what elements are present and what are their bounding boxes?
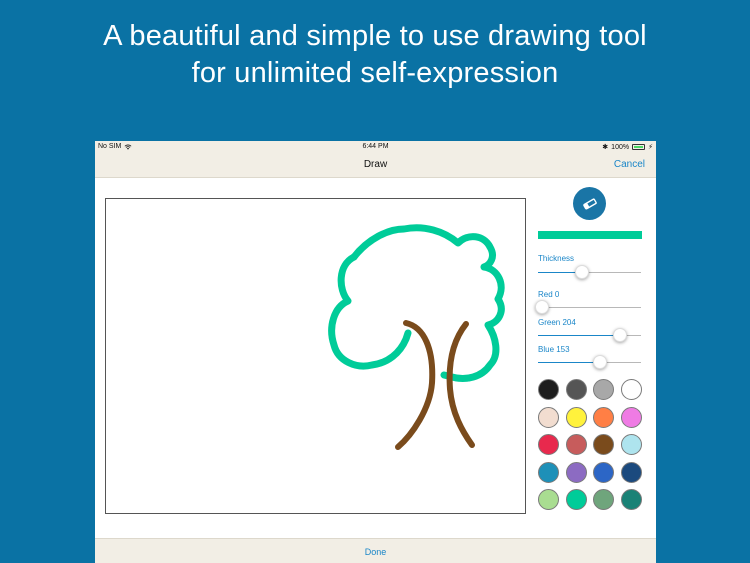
bottom-toolbar: Done <box>95 538 656 563</box>
status-right: ✱ 100% ⚡ <box>602 143 653 152</box>
color-swatch[interactable] <box>593 461 614 483</box>
cancel-button[interactable]: Cancel <box>614 159 645 170</box>
slider-track[interactable] <box>538 265 641 279</box>
color-palette <box>538 379 644 510</box>
color-swatch[interactable] <box>538 379 559 400</box>
color-swatch[interactable] <box>620 461 642 483</box>
eraser-button[interactable] <box>573 187 606 220</box>
color-swatch[interactable] <box>593 489 614 510</box>
bluetooth-icon: ✱ <box>602 144 609 151</box>
slider-fill <box>538 362 600 363</box>
color-swatch[interactable] <box>593 434 614 455</box>
slider-thumb[interactable] <box>592 355 607 369</box>
slider-track[interactable] <box>535 300 641 314</box>
color-swatch[interactable] <box>620 406 642 428</box>
color-swatch[interactable] <box>565 434 587 455</box>
slider-track[interactable] <box>538 355 641 369</box>
headline-line-2: for unlimited self-expression <box>191 57 559 89</box>
headline-line-1: A beautiful and simple to use drawing to… <box>103 20 647 52</box>
eraser-icon <box>582 198 597 209</box>
color-swatch[interactable] <box>565 406 587 428</box>
color-swatch[interactable] <box>620 434 642 455</box>
slider-thumb[interactable] <box>575 265 590 279</box>
status-bar: No SIM 6:44 PM ✱ 100% ⚡ <box>95 141 656 153</box>
color-swatch[interactable] <box>593 379 614 400</box>
battery-percent: 100% <box>611 143 630 151</box>
drawing-canvas[interactable] <box>105 198 526 514</box>
foliage-stroke <box>350 224 505 382</box>
slider-label: Blue 153 <box>538 345 570 354</box>
color-swatch[interactable] <box>620 379 642 400</box>
nav-title: Draw <box>363 159 388 170</box>
trunk-right-stroke <box>446 321 475 448</box>
done-button[interactable]: Done <box>95 547 656 557</box>
headline: A beautiful and simple to use drawing to… <box>0 18 750 92</box>
color-swatch[interactable] <box>620 489 642 510</box>
slider-label: Green 204 <box>538 318 576 327</box>
navigation-bar: Draw Cancel <box>95 153 656 178</box>
drawing-surface <box>328 224 505 450</box>
color-swatch[interactable] <box>593 406 614 428</box>
foliage-left-stroke <box>328 253 412 370</box>
color-swatch[interactable] <box>538 434 559 455</box>
slider-track[interactable] <box>538 328 641 342</box>
color-swatch[interactable] <box>565 489 587 510</box>
slider-thumb[interactable] <box>535 300 550 314</box>
slider-thumb[interactable] <box>613 328 628 342</box>
slider-label: Thickness <box>538 254 575 263</box>
color-swatch[interactable] <box>565 379 587 400</box>
status-time: 6:44 PM <box>362 143 389 150</box>
charging-icon: ⚡ <box>648 144 653 151</box>
color-preview-bar <box>538 231 642 239</box>
color-swatch[interactable] <box>538 406 559 428</box>
color-swatch[interactable] <box>565 461 587 483</box>
ipad-screen: No SIM 6:44 PM ✱ 100% ⚡ Draw Cancel Thic… <box>95 141 656 563</box>
color-swatch[interactable] <box>538 489 559 510</box>
color-swatch[interactable] <box>538 461 559 483</box>
slider-fill <box>538 335 621 336</box>
battery-icon <box>632 144 646 150</box>
slider-label: Red 0 <box>538 290 560 299</box>
